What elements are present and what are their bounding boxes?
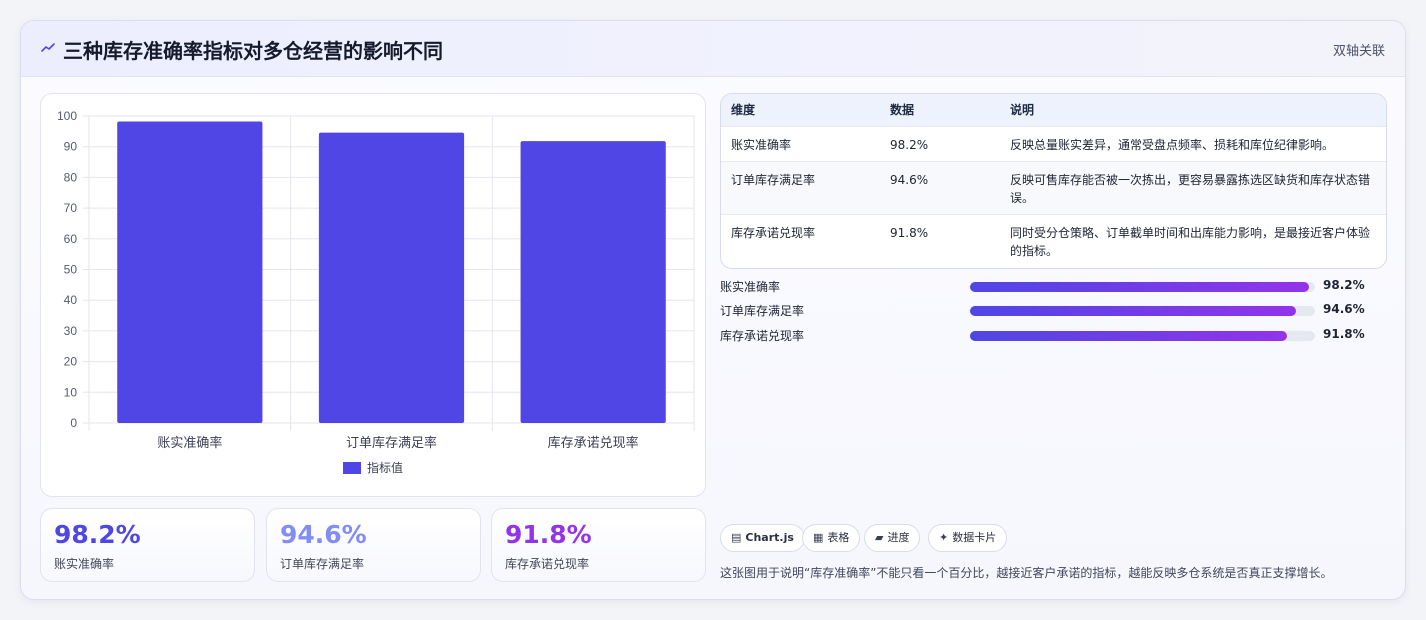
table-cell: 91.8% [890, 226, 929, 240]
bar [318, 132, 465, 423]
table-icon: ▦ [813, 531, 824, 544]
progress-track [970, 282, 1315, 292]
progress-track [970, 331, 1315, 341]
stat-value: 91.8% [505, 520, 592, 549]
y-tick-label: 80 [64, 170, 78, 184]
progress-fill [970, 331, 1287, 341]
bar [117, 121, 263, 423]
table-header-cell: 数据 [890, 103, 915, 117]
progress-row: 订单库存满足率 94.6% [720, 301, 1387, 321]
table-cell: 账实准确率 [731, 138, 792, 152]
pill-data-cards[interactable]: ✦ 数据卡片 [928, 524, 1008, 552]
table-cell: 同时受分仓策略、订单截单时间和出库能力影响，是最接近客户体验的指标。 [1010, 226, 1371, 258]
progress-value: 91.8% [1323, 327, 1365, 341]
table-header-row: 维度 数据 说明 [721, 94, 1386, 127]
stat-value: 94.6% [280, 520, 367, 549]
y-tick-label: 30 [64, 324, 78, 338]
x-tick-label: 订单库存满足率 [346, 435, 437, 451]
table-cell: 98.2% [890, 138, 929, 152]
table-row: 库存承诺兑现率 91.8% 同时受分仓策略、订单截单时间和出库能力影响，是最接近… [721, 215, 1386, 268]
progress-row: 账实准确率 98.2% [720, 277, 1387, 297]
pill-progress[interactable]: ▰ 进度 [864, 524, 921, 552]
stat-label: 订单库存满足率 [280, 557, 365, 571]
y-tick-label: 100 [57, 109, 77, 123]
metrics-table: 维度 数据 说明 账实准确率 98.2% 反映总量账实差异，通常受盘点频率、损耗… [720, 93, 1387, 269]
progress-fill [970, 282, 1309, 292]
progress-track [970, 306, 1315, 316]
card-header: 三种库存准确率指标对多仓经营的影响不同 双轴关联 [21, 21, 1405, 77]
pill-table[interactable]: ▦ 表格 [802, 524, 861, 552]
y-tick-label: 90 [64, 140, 78, 154]
table-row: 账实准确率 98.2% 反映总量账实差异，通常受盘点频率、损耗和库位纪律影响。 [721, 127, 1386, 162]
progress-value: 94.6% [1323, 302, 1365, 316]
progress-label: 库存承诺兑现率 [720, 329, 805, 343]
sparkle-icon: ✦ [939, 531, 949, 544]
y-tick-label: 70 [64, 201, 78, 215]
stat-card-2: 94.6% 订单库存满足率 [266, 508, 481, 582]
footnote: 这张图用于说明“库存准确率”不能只看一个百分比，越接近客户承诺的指标，越能反映多… [720, 566, 1333, 580]
x-tick-label: 库存承诺兑现率 [548, 435, 639, 451]
pill-label: 数据卡片 [952, 531, 997, 544]
pill-label: Chart.js [745, 531, 794, 544]
table-header-cell: 维度 [731, 103, 756, 117]
progress-value: 98.2% [1323, 278, 1365, 292]
table-row: 订单库存满足率 94.6% 反映可售库存能否被一次拣出，更容易暴露拣选区缺货和库… [721, 162, 1386, 215]
stat-label: 账实准确率 [54, 557, 115, 571]
bar-chart: 0 10 20 30 40 50 60 70 80 90 100 账实准确率 订单库存满足率 库存承诺兑现… [57, 109, 695, 475]
y-tick-label: 50 [64, 263, 78, 277]
pill-chartjs[interactable]: ▤ Chart.js [720, 524, 805, 552]
table-cell: 反映总量账实差异，通常受盘点频率、损耗和库位纪律影响。 [1010, 138, 1335, 152]
progress-label: 订单库存满足率 [720, 304, 805, 318]
bar [520, 141, 666, 423]
progress-fill [970, 306, 1297, 316]
progress-label: 账实准确率 [720, 280, 781, 294]
y-tick-label: 20 [64, 355, 78, 369]
y-tick-label: 60 [64, 232, 78, 246]
stat-card-3: 91.8% 库存承诺兑现率 [491, 508, 706, 582]
trend-icon [41, 43, 55, 52]
dual-axis-link[interactable]: 双轴关联 [1333, 40, 1385, 59]
stat-value: 98.2% [54, 520, 141, 549]
bar-chart-panel: 0 10 20 30 40 50 60 70 80 90 100 账实准确率 订单库存满足率 库存承诺兑现… [40, 93, 706, 497]
dashboard-card: 三种库存准确率指标对多仓经营的影响不同 双轴关联 0 10 20 30 40 50 60 70… [20, 20, 1406, 600]
legend-swatch [343, 462, 361, 474]
pill-label: 进度 [887, 531, 910, 544]
progress-row: 库存承诺兑现率 91.8% [720, 326, 1387, 346]
table-header-cell: 说明 [1010, 103, 1035, 117]
progress-icon: ▰ [875, 531, 884, 544]
chart-icon: ▤ [731, 531, 742, 544]
x-tick-label: 账实准确率 [157, 435, 222, 451]
stat-card-1: 98.2% 账实准确率 [40, 508, 255, 582]
table-cell: 订单库存满足率 [731, 173, 816, 187]
page-title: 三种库存准确率指标对多仓经营的影响不同 [63, 39, 443, 63]
table-cell: 库存承诺兑现率 [731, 226, 816, 240]
table-cell: 反映可售库存能否被一次拣出，更容易暴露拣选区缺货和库存状态错误。 [1010, 173, 1371, 205]
y-tick-label: 10 [64, 385, 78, 399]
stat-label: 库存承诺兑现率 [505, 557, 590, 571]
y-tick-label: 40 [64, 293, 78, 307]
legend-label: 指标值 [367, 460, 403, 475]
table-cell: 94.6% [890, 173, 929, 187]
pill-label: 表格 [827, 531, 850, 544]
y-tick-label: 0 [70, 416, 77, 430]
